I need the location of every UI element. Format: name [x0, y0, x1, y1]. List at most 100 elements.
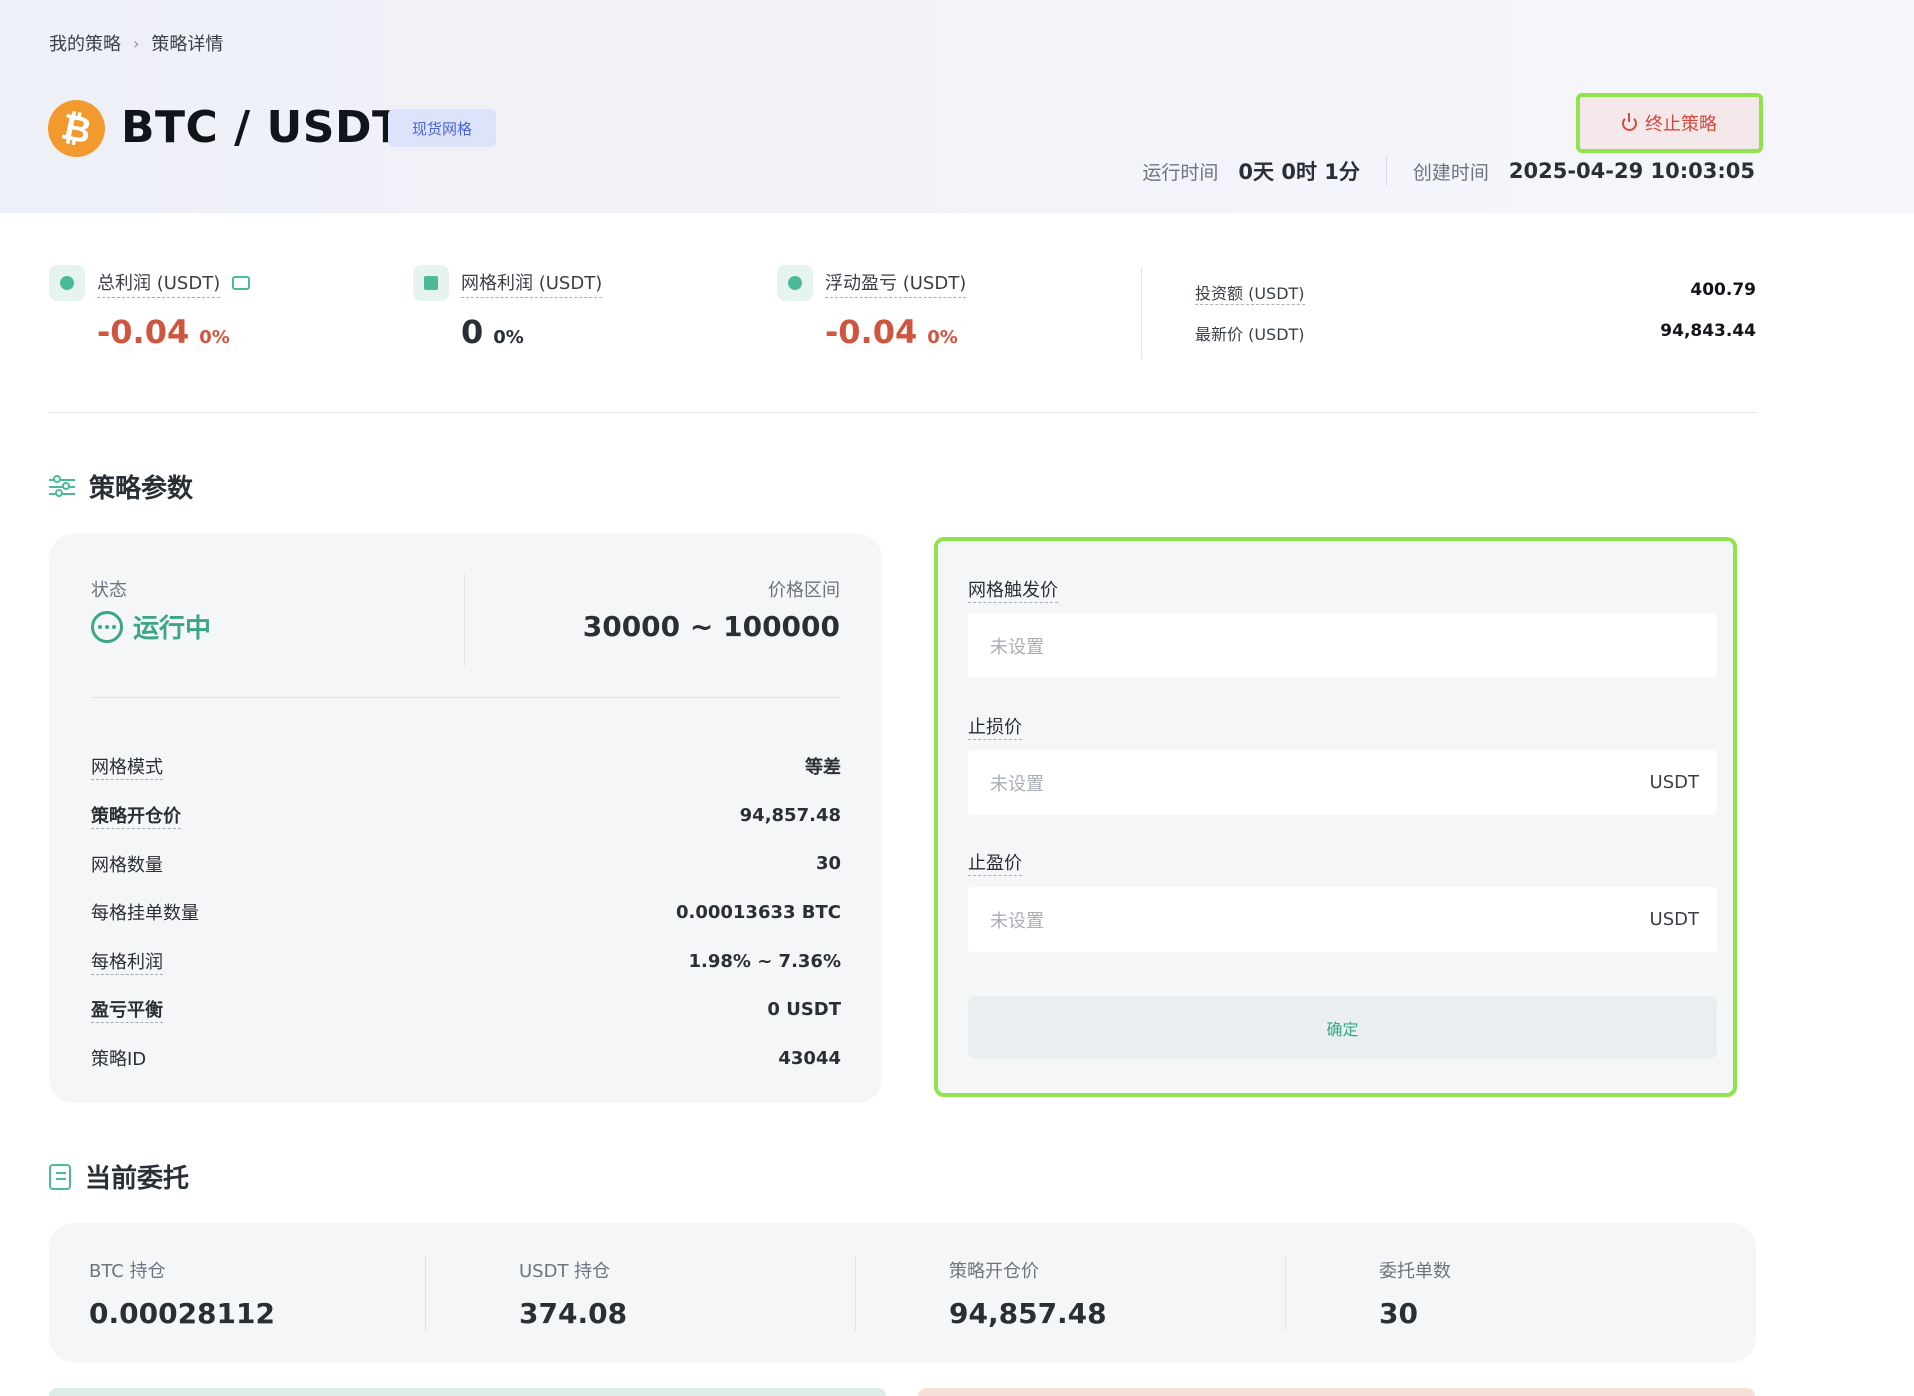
- param-label: 网格数量: [91, 854, 163, 876]
- header-banner: 我的策略 › 策略详情 ₿ BTC / USDT 现货网格 终止策略 运行时间 …: [0, 0, 1914, 213]
- confirm-button[interactable]: 确定: [968, 996, 1717, 1059]
- param-row: 策略ID 43044: [91, 1034, 841, 1083]
- run-info: 运行时间 0天 0时 1分 创建时间 2025-04-29 10:03:05: [1142, 156, 1755, 186]
- bitcoin-icon: ₿: [42, 94, 111, 163]
- trigger-settings-card: 网格触发价 未设置 止损价 未设置 USDT 止盈价 未设置 USDT 确定: [934, 537, 1737, 1097]
- breadcrumb-parent[interactable]: 我的策略: [49, 30, 121, 56]
- running-icon: [91, 610, 123, 643]
- trigger-price-label[interactable]: 网格触发价: [968, 576, 1058, 603]
- open-price-value: 94,857.48: [949, 1297, 1107, 1330]
- take-profit-unit: USDT: [1649, 909, 1699, 930]
- order-count-value: 30: [1379, 1297, 1418, 1330]
- param-row: 策略开仓价 94,857.48: [91, 791, 841, 840]
- param-label[interactable]: 每格利润: [91, 948, 163, 975]
- stop-strategy-label: 终止策略: [1645, 114, 1717, 135]
- breadcrumb-current: 策略详情: [151, 34, 224, 55]
- param-label[interactable]: 策略开仓价: [91, 802, 181, 829]
- grid-profit-value: 0: [461, 313, 484, 351]
- latest-price-value: 94,843.44: [1660, 321, 1756, 341]
- param-label: 策略ID: [91, 1049, 147, 1071]
- trigger-price-input[interactable]: 未设置: [968, 613, 1717, 678]
- open-price-label: 策略开仓价: [949, 1261, 1039, 1282]
- btc-holding-value: 0.00028112: [89, 1297, 275, 1330]
- param-row: 网格模式 等差: [91, 742, 841, 791]
- strategy-params-card: 状态 运行中 价格区间 30000 ~ 100000 网格模式 等差 策略开仓价…: [49, 534, 882, 1103]
- total-profit-value: -0.04: [97, 313, 190, 351]
- buy-panel-edge: [49, 1388, 886, 1396]
- stop-loss-unit: USDT: [1649, 772, 1699, 793]
- order-count-label: 委托单数: [1379, 1261, 1451, 1282]
- divider: [49, 412, 1756, 413]
- current-orders-card: BTC 持仓 0.00028112 USDT 持仓 374.08 策略开仓价 9…: [49, 1223, 1756, 1362]
- divider: [425, 1255, 426, 1331]
- grid-profit-label[interactable]: 网格利润 (USDT): [461, 269, 603, 298]
- latest-price-row: 最新价 (USDT) 94,843.44: [1195, 321, 1756, 345]
- param-row: 网格数量 30: [91, 839, 841, 888]
- usdt-holding: USDT 持仓 374.08: [519, 1257, 627, 1330]
- divider: [1385, 156, 1387, 186]
- total-profit-label[interactable]: 总利润 (USDT): [97, 269, 221, 298]
- trend-chart-icon[interactable]: [232, 276, 251, 290]
- breadcrumb: 我的策略 › 策略详情: [49, 30, 223, 56]
- stop-loss-label[interactable]: 止损价: [968, 713, 1022, 740]
- run-time-value: 0天 0时 1分: [1238, 160, 1360, 184]
- btc-holding: BTC 持仓 0.00028112: [89, 1257, 275, 1330]
- take-profit-input[interactable]: 未设置 USDT: [968, 887, 1717, 952]
- param-row: 盈亏平衡 0 USDT: [91, 985, 841, 1034]
- section-title-orders: 当前委托: [49, 1158, 189, 1195]
- floating-pnl-stat: 浮动盈亏 (USDT) -0.04 0%: [777, 265, 967, 351]
- status-value: 运行中: [133, 614, 212, 644]
- clipboard-icon: [49, 1163, 71, 1190]
- divider: [91, 697, 841, 698]
- created-label: 创建时间: [1412, 161, 1489, 184]
- divider: [1285, 1255, 1286, 1331]
- grid-profit-pct: 0%: [493, 327, 524, 348]
- usdt-holding-label: USDT 持仓: [519, 1261, 611, 1282]
- param-value: 94,857.48: [739, 804, 841, 826]
- param-value: 43044: [778, 1047, 841, 1069]
- btc-holding-label: BTC 持仓: [89, 1261, 166, 1282]
- order-count: 委托单数 30: [1379, 1257, 1451, 1330]
- param-label[interactable]: 网格模式: [91, 753, 163, 780]
- investment-label[interactable]: 投资额 (USDT): [1195, 280, 1305, 305]
- params-title: 策略参数: [89, 474, 194, 504]
- stop-strategy-button[interactable]: 终止策略: [1576, 93, 1763, 153]
- params-list: 网格模式 等差 策略开仓价 94,857.48 网格数量 30 每格挂单数量 0…: [91, 742, 841, 1083]
- param-value: 0.00013633 BTC: [675, 901, 841, 923]
- floating-pnl-pct: 0%: [927, 327, 958, 348]
- param-value: 1.98% ~ 7.36%: [688, 950, 841, 972]
- param-row: 每格利润 1.98% ~ 7.36%: [91, 937, 841, 986]
- section-title-params: 策略参数: [49, 468, 193, 505]
- price-range-label: 价格区间: [768, 580, 840, 601]
- take-profit-label[interactable]: 止盈价: [968, 849, 1022, 876]
- usdt-holding-value: 374.08: [519, 1297, 628, 1330]
- page-title: BTC / USDT: [121, 102, 403, 153]
- param-value: 30: [815, 853, 841, 875]
- floating-pnl-label[interactable]: 浮动盈亏 (USDT): [825, 269, 967, 298]
- stop-loss-input[interactable]: 未设置 USDT: [968, 750, 1717, 815]
- grid-profit-stat: 网格利润 (USDT) 0 0%: [413, 265, 603, 351]
- investment-value: 400.79: [1690, 280, 1756, 300]
- stop-loss-placeholder: 未设置: [990, 773, 1044, 795]
- trigger-price-placeholder: 未设置: [990, 636, 1044, 658]
- param-label[interactable]: 盈亏平衡: [91, 996, 163, 1024]
- profit-icon: [49, 265, 85, 301]
- param-row: 每格挂单数量 0.00013633 BTC: [91, 888, 841, 937]
- status-badge: 运行中: [91, 608, 211, 645]
- investment-row: 投资额 (USDT) 400.79: [1195, 280, 1756, 305]
- param-value: 等差: [805, 757, 841, 779]
- divider: [855, 1255, 856, 1331]
- power-icon: [1622, 112, 1637, 131]
- orders-title: 当前委托: [85, 1164, 190, 1194]
- divider: [464, 574, 465, 666]
- param-value: 0 USDT: [767, 999, 841, 1021]
- profit-stats: 总利润 (USDT) -0.04 0% 网格利润 (USDT) 0 0% 浮动盈…: [49, 265, 1756, 415]
- status-label: 状态: [91, 580, 127, 601]
- price-range-value: 30000 ~ 100000: [582, 610, 840, 643]
- floating-pnl-value: -0.04: [825, 313, 918, 351]
- location-pin-icon: [777, 265, 813, 301]
- latest-price-label: 最新价 (USDT): [1195, 325, 1305, 344]
- chevron-right-icon: ›: [133, 33, 140, 53]
- sliders-icon: [49, 474, 75, 500]
- strategy-type-badge: 现货网格: [388, 109, 497, 147]
